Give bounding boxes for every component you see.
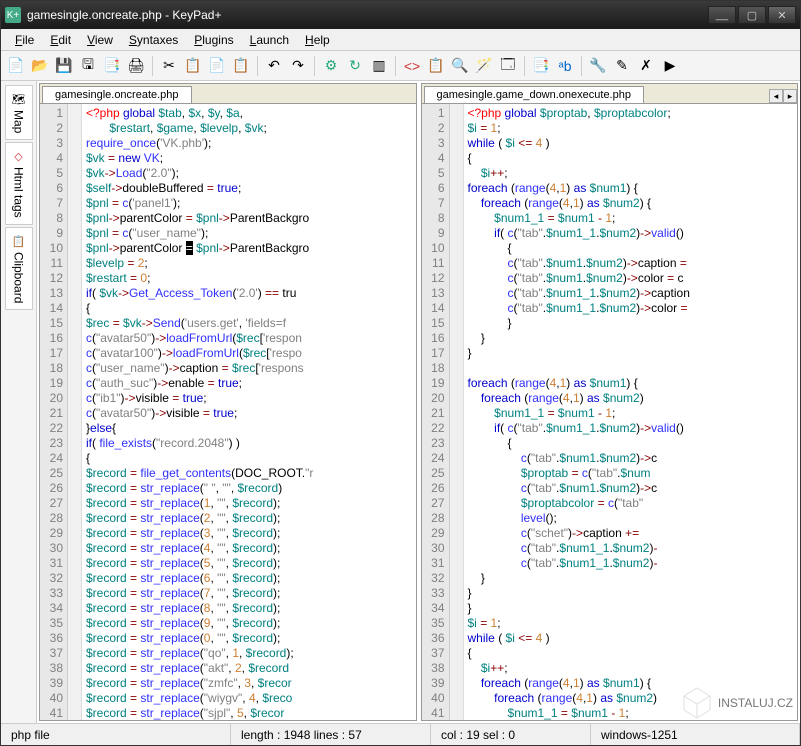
watermark: INSTALUJ.CZ xyxy=(680,686,793,720)
print-icon[interactable]: 🖨 xyxy=(125,55,147,77)
left-pane: gamesingle.oncreate.php 1234567891011121… xyxy=(39,83,417,721)
tab-scroll-right-icon[interactable]: ▸ xyxy=(783,89,797,103)
menu-edit[interactable]: Edit xyxy=(42,31,79,49)
tab-row-left: gamesingle.oncreate.php xyxy=(40,84,416,104)
sidebar-tab-clipboard[interactable]: 📋Clipboard xyxy=(5,227,33,310)
open-file-icon[interactable]: 📂 xyxy=(29,55,51,77)
app-icon: K+ xyxy=(5,7,21,23)
gutter-right: 1234567891011121314151617181920212223242… xyxy=(422,104,450,720)
paste-code-icon[interactable]: 📋 xyxy=(425,55,447,77)
status-encoding: windows-1251 xyxy=(591,724,800,745)
gutter-left: 1234567891011121314151617181920212223242… xyxy=(40,104,68,720)
highlight-icon[interactable]: ✎ xyxy=(611,55,633,77)
code-area-right[interactable]: 1234567891011121314151617181920212223242… xyxy=(422,104,798,720)
separator xyxy=(581,56,582,76)
sidebar-tab-html[interactable]: ◇Html tags xyxy=(5,142,33,225)
statusbar: php file length : 1948 lines : 57 col : … xyxy=(1,723,800,745)
sidebar: 🗺Map ◇Html tags 📋Clipboard xyxy=(1,81,37,723)
erase-icon[interactable]: ✗ xyxy=(635,55,657,77)
redo-icon[interactable]: ↷ xyxy=(287,55,309,77)
run-icon[interactable]: ▶ xyxy=(659,55,681,77)
code-right[interactable]: <?php global $proptab, $proptabcolor;$i … xyxy=(464,104,798,720)
menu-syntaxes[interactable]: Syntaxes xyxy=(121,31,186,49)
tag-icon: ◇ xyxy=(12,149,26,163)
close-button[interactable]: ✕ xyxy=(768,6,796,24)
code-left[interactable]: <?php global $tab, $x, $y, $a, $restart,… xyxy=(82,104,416,720)
tab-left[interactable]: gamesingle.oncreate.php xyxy=(42,86,192,103)
separator xyxy=(524,56,525,76)
copy-doc-icon[interactable]: 📑 xyxy=(101,55,123,77)
separator xyxy=(257,56,258,76)
tab-right[interactable]: gamesingle.game_down.onexecute.php xyxy=(424,86,644,103)
copy-icon[interactable]: 📋 xyxy=(182,55,204,77)
cut-icon[interactable]: ✂ xyxy=(158,55,180,77)
status-filetype: php file xyxy=(1,724,231,745)
map-icon: 🗺 xyxy=(12,92,26,106)
separator xyxy=(314,56,315,76)
separator xyxy=(152,56,153,76)
app-window: K+ gamesingle.oncreate.php - KeyPad+ __ … xyxy=(0,0,801,746)
save-icon[interactable]: 💾 xyxy=(53,55,75,77)
duplicate-icon[interactable]: 📑 xyxy=(530,55,552,77)
code-area-left[interactable]: 1234567891011121314151617181920212223242… xyxy=(40,104,416,720)
paste-icon[interactable]: 📄 xyxy=(206,55,228,77)
save-all-icon[interactable]: 🖫 xyxy=(77,55,99,77)
menubar: File Edit View Syntaxes Plugins Launch H… xyxy=(1,29,800,51)
titlebar[interactable]: K+ gamesingle.oncreate.php - KeyPad+ __ … xyxy=(1,1,800,29)
tab-scroll-left-icon[interactable]: ◂ xyxy=(769,89,783,103)
menu-plugins[interactable]: Plugins xyxy=(186,31,241,49)
gear-icon[interactable]: ⚙ xyxy=(320,55,342,77)
tab-row-right: gamesingle.game_down.onexecute.php ◂ ▸ xyxy=(422,84,798,104)
separator xyxy=(395,56,396,76)
maximize-button[interactable]: ▢ xyxy=(738,6,766,24)
split-icon[interactable]: ▥ xyxy=(368,55,390,77)
minimize-button[interactable]: __ xyxy=(708,6,736,24)
sidebar-tab-map[interactable]: 🗺Map xyxy=(5,85,33,140)
right-pane: gamesingle.game_down.onexecute.php ◂ ▸ 1… xyxy=(421,83,799,721)
cube-icon xyxy=(680,686,714,720)
wand-icon[interactable]: 🪄 xyxy=(473,55,495,77)
search-icon[interactable]: 🔍 xyxy=(449,55,471,77)
menu-view[interactable]: View xyxy=(79,31,121,49)
window-icon[interactable]: 🗔 xyxy=(497,55,519,77)
code-icon[interactable]: <> xyxy=(401,55,423,77)
spellcheck-icon[interactable]: ᵃb xyxy=(554,55,576,77)
undo-icon[interactable]: ↶ xyxy=(263,55,285,77)
menu-help[interactable]: Help xyxy=(297,31,338,49)
status-length: length : 1948 lines : 57 xyxy=(231,724,431,745)
menu-file[interactable]: File xyxy=(7,31,42,49)
window-title: gamesingle.oncreate.php - KeyPad+ xyxy=(27,8,706,22)
split-panes: gamesingle.oncreate.php 1234567891011121… xyxy=(37,81,800,723)
new-file-icon[interactable]: 📄 xyxy=(5,55,27,77)
fold-margin-left[interactable] xyxy=(68,104,82,720)
editor-area: gamesingle.oncreate.php 1234567891011121… xyxy=(37,81,800,723)
refresh-icon[interactable]: ↻ xyxy=(344,55,366,77)
fold-margin-right[interactable] xyxy=(450,104,464,720)
tool-icon[interactable]: 🔧 xyxy=(587,55,609,77)
body-area: 🗺Map ◇Html tags 📋Clipboard gamesingle.on… xyxy=(1,81,800,723)
menu-launch[interactable]: Launch xyxy=(242,31,297,49)
paste-special-icon[interactable]: 📋 xyxy=(230,55,252,77)
clipboard-icon: 📋 xyxy=(12,234,26,248)
toolbar: 📄 📂 💾 🖫 📑 🖨 ✂ 📋 📄 📋 ↶ ↷ ⚙ ↻ ▥ <> 📋 🔍 🪄 🗔… xyxy=(1,51,800,81)
status-position: col : 19 sel : 0 xyxy=(431,724,591,745)
